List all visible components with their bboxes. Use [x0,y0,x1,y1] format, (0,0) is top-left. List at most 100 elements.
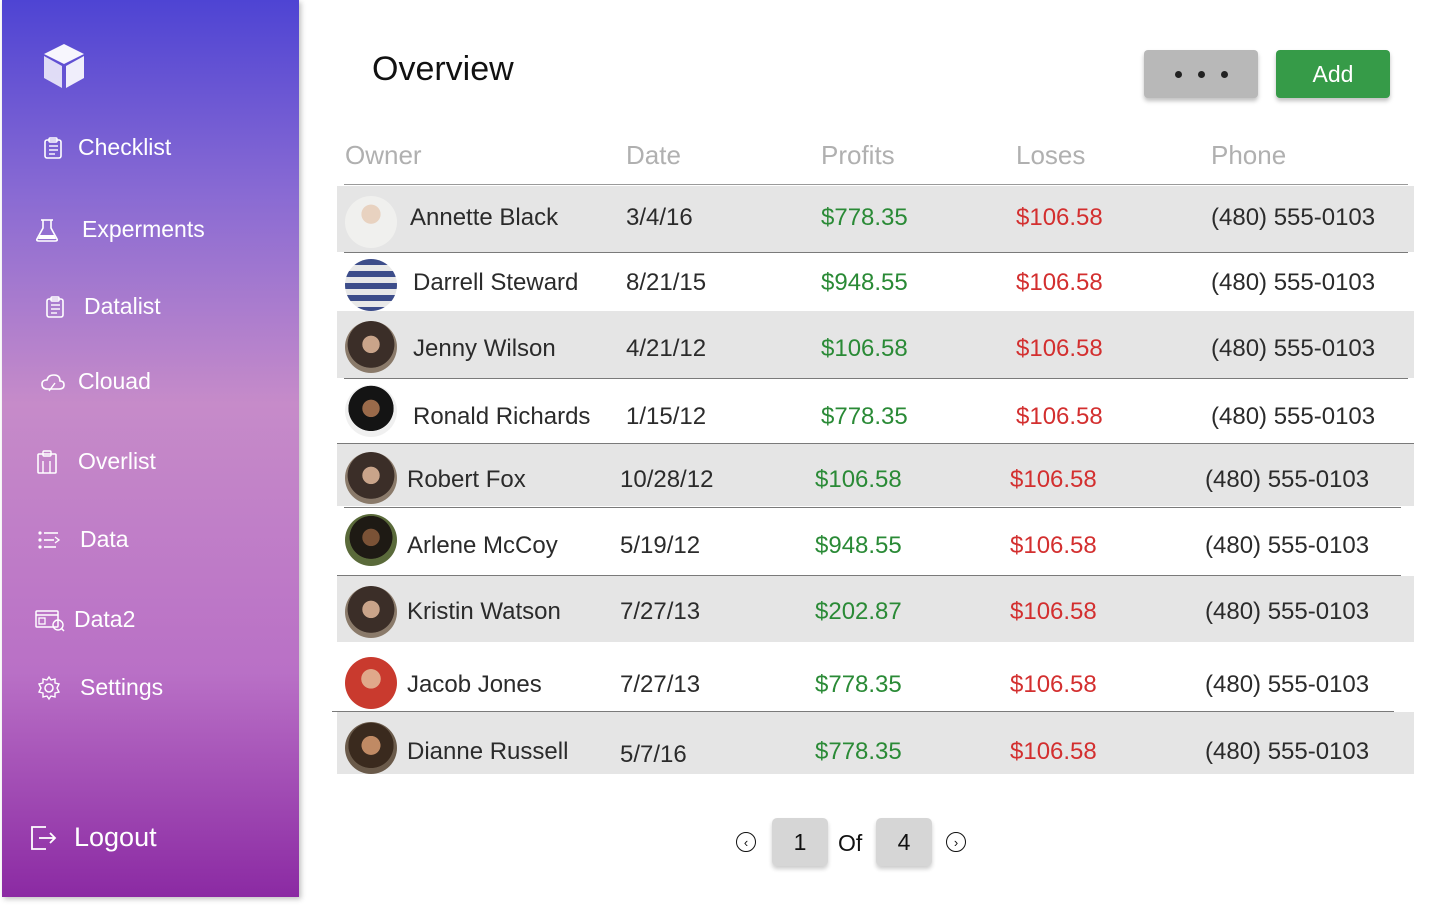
owner-name: Robert Fox [407,466,526,493]
logout-button[interactable]: Logout [28,822,157,853]
sidebar-item-data2[interactable]: Data2 [34,606,135,633]
previous-page-button[interactable]: ‹ [736,832,756,852]
avatar [345,321,397,373]
profit-cell: $202.87 [815,598,902,625]
avatar [345,259,397,311]
phone-cell: (480) 555-0103 [1211,335,1376,362]
phone-cell: (480) 555-0103 [1211,269,1376,296]
clipboard-icon [34,449,60,475]
chevron-right-icon: › [953,834,959,850]
chevron-left-icon: ‹ [743,834,749,850]
page-of-label: Of [838,830,863,856]
list-icon [36,527,62,553]
loss-cell: $106.58 [1016,335,1103,362]
table-row[interactable]: Annette Black 3/4/16 $778.35 $106.58 (48… [337,186,1414,252]
dashboard-icon [34,607,66,633]
sidebar-item-label: Clouad [78,368,151,394]
loss-cell: $106.58 [1010,532,1097,559]
sidebar-item-label: Data2 [74,606,136,632]
profit-cell: $778.35 [815,738,902,765]
date-cell: 8/21/15 [626,269,707,296]
loss-cell: $106.58 [1010,466,1097,493]
profit-cell: $778.35 [815,671,902,698]
date-cell: 5/19/12 [620,532,701,559]
phone-cell: (480) 555-0103 [1205,598,1370,625]
clipboard-list-icon [40,135,66,161]
table-row[interactable]: Jenny Wilson 4/21/12 $106.58 $106.58 (48… [337,311,1414,378]
phone-cell: (480) 555-0103 [1205,466,1370,493]
total-pages-box[interactable]: 4 [876,818,932,866]
sidebar-item-datalist[interactable]: Datalist [42,293,161,320]
flask-icon [34,217,60,243]
date-cell: 4/21/12 [626,335,707,362]
sidebar-item-clouad[interactable]: Clouad [40,368,151,395]
sidebar-item-label: Data [80,526,129,552]
clipboard-list-icon [42,294,68,320]
sidebar-item-label: Overlist [78,448,156,474]
owner-name: Annette Black [410,204,559,231]
next-page-button[interactable]: › [946,832,966,852]
profit-cell: $778.35 [821,403,908,430]
table-row[interactable]: Jacob Jones 7/27/13 $778.35 $106.58 (480… [337,644,1414,710]
phone-cell: (480) 555-0103 [1211,403,1376,430]
avatar [345,452,397,504]
owner-name: Jacob Jones [407,671,542,698]
column-header-owner[interactable]: Owner [345,140,422,171]
profit-cell: $106.58 [815,466,902,493]
table-row[interactable]: Arlene McCoy 5/19/12 $948.55 $106.58 (48… [337,508,1414,572]
owner-name: Darrell Steward [413,269,579,296]
avatar [345,514,397,566]
date-cell: 3/4/16 [626,204,693,231]
date-cell: 7/27/13 [620,671,701,698]
date-cell: 10/28/12 [620,466,714,493]
avatar [345,196,397,248]
gear-icon [36,675,62,701]
cube-logo-icon[interactable] [42,42,86,90]
owner-name: Dianne Russell [407,738,569,765]
current-page-box[interactable]: 1 [772,818,828,866]
more-options-button[interactable] [1144,50,1258,98]
loss-cell: $106.58 [1010,598,1097,625]
owner-name: Kristin Watson [407,598,561,625]
column-header-loses[interactable]: Loses [1016,140,1085,171]
sidebar-item-checklist[interactable]: Checklist [40,134,171,161]
loss-cell: $106.58 [1016,204,1103,231]
loss-cell: $106.58 [1010,671,1097,698]
table-row[interactable]: Ronald Richards 1/15/12 $778.35 $106.58 … [337,379,1414,443]
sidebar: Checklist Experments Datalist Clouad Ove… [2,0,299,897]
sidebar-item-label: Experments [82,216,205,242]
table-row[interactable]: Kristin Watson 7/27/13 $202.87 $106.58 (… [337,576,1414,642]
column-header-date[interactable]: Date [626,140,681,171]
column-header-phone[interactable]: Phone [1211,140,1286,171]
sidebar-item-label: Checklist [78,134,172,160]
table-row[interactable]: Darrell Steward 8/21/15 $948.55 $106.58 … [337,253,1414,317]
sidebar-item-experments[interactable]: Experments [34,216,205,243]
sidebar-item-settings[interactable]: Settings [36,674,163,701]
phone-cell: (480) 555-0103 [1205,532,1370,559]
column-header-profits[interactable]: Profits [821,140,895,171]
owner-name: Jenny Wilson [413,335,556,362]
profit-cell: $778.35 [821,204,908,231]
phone-cell: (480) 555-0103 [1205,671,1370,698]
loss-cell: $106.58 [1016,269,1103,296]
loss-cell: $106.58 [1016,403,1103,430]
table-row[interactable]: Robert Fox 10/28/12 $106.58 $106.58 (480… [337,444,1414,506]
table-row[interactable]: Dianne Russell 5/7/16 $778.35 $106.58 (4… [337,712,1414,774]
add-button[interactable]: Add [1276,50,1390,98]
sidebar-item-label: Datalist [84,293,161,319]
logout-label: Logout [74,822,157,852]
cloud-icon [40,369,66,395]
sidebar-item-label: Settings [80,674,164,700]
owner-name: Arlene McCoy [407,532,558,559]
avatar [345,385,397,437]
page-title: Overview [372,50,514,88]
date-cell: 7/27/13 [620,598,701,625]
more-dots-icon [1174,70,1182,78]
phone-cell: (480) 555-0103 [1205,738,1370,765]
logout-icon [28,823,58,853]
avatar [345,586,397,638]
phone-cell: (480) 555-0103 [1211,204,1376,231]
avatar [345,657,397,709]
sidebar-item-overlist[interactable]: Overlist [34,448,156,475]
sidebar-item-data[interactable]: Data [36,526,129,553]
